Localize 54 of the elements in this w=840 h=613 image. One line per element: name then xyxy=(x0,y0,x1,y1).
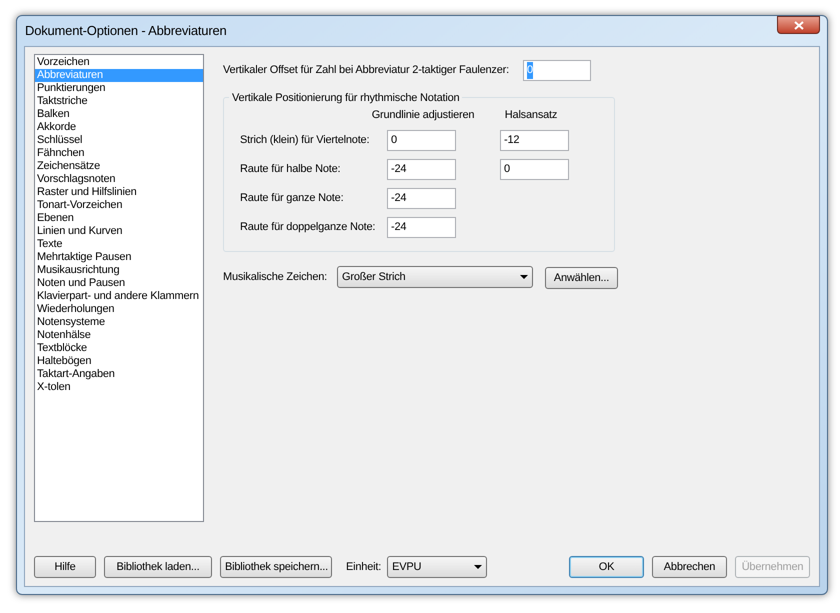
footer-button[interactable]: OK xyxy=(569,556,644,578)
dropdown-arrow-icon xyxy=(520,275,528,280)
row-label: Raute für halbe Note: xyxy=(240,162,342,177)
value-field[interactable]: -12 xyxy=(500,130,569,150)
column-header: Grundlinie adjustieren xyxy=(370,108,476,123)
list-item[interactable]: Wiederholungen xyxy=(35,303,203,316)
footer-button[interactable]: Hilfe xyxy=(34,556,96,578)
close-icon xyxy=(794,20,804,30)
row-label: Raute für doppelganze Note: xyxy=(240,220,376,235)
select-button[interactable]: Anwählen... xyxy=(545,267,618,290)
value-field[interactable]: -24 xyxy=(387,188,456,208)
value-field[interactable]: -24 xyxy=(387,158,456,180)
list-item[interactable]: Noten und Pausen xyxy=(35,277,203,290)
list-item[interactable]: Raster und Hilfslinien xyxy=(35,186,203,199)
column-header: Halsansatz xyxy=(504,108,558,123)
list-item[interactable]: X-tolen xyxy=(35,381,203,394)
row-label: Strich (klein) für Viertelnote: xyxy=(240,132,370,148)
value-field[interactable]: -24 xyxy=(387,216,456,238)
list-item[interactable]: Schlüssel xyxy=(35,134,203,147)
list-item[interactable]: Textblöcke xyxy=(35,342,203,355)
dropdown-arrow-icon xyxy=(474,565,482,569)
footer-button[interactable]: Bibliothek laden... xyxy=(104,556,212,578)
list-item[interactable]: Notenhälse xyxy=(35,329,203,342)
list-item[interactable]: Texte xyxy=(35,238,203,251)
list-item[interactable]: Taktart-Angaben xyxy=(35,368,203,381)
value-field[interactable]: 0 xyxy=(387,130,456,150)
footer-button[interactable]: Bibliothek speichern... xyxy=(220,556,332,578)
list-item[interactable]: Linien und Kurven xyxy=(35,225,203,238)
list-item[interactable]: Zeichensätze xyxy=(35,160,203,173)
list-item[interactable]: Mehrtaktige Pausen xyxy=(35,251,203,264)
unit-label: Einheit: xyxy=(346,560,382,575)
group-title: Vertikale Positionierung für rhythmische Notation xyxy=(229,90,462,106)
row-label: Raute für ganze Note: xyxy=(240,190,344,206)
list-item[interactable]: Haltebögen xyxy=(35,355,203,368)
list-item[interactable]: Musikausrichtung xyxy=(35,264,203,277)
symbol-dropdown[interactable]: Großer Strich xyxy=(337,266,533,288)
offset-label: Vertikaler Offset für Zahl bei Abbreviatur 2-taktiger Faulenzer: xyxy=(223,63,509,78)
symbol-label: Musikalische Zeichen: xyxy=(223,270,328,285)
unit-dropdown[interactable]: EVPU xyxy=(387,556,488,578)
list-item[interactable]: Balken xyxy=(35,108,203,121)
list-item[interactable]: Ebenen xyxy=(35,212,203,225)
list-item[interactable]: Akkorde xyxy=(35,121,203,134)
close-button[interactable] xyxy=(777,16,820,34)
list-item[interactable]: Fähnchen xyxy=(35,147,203,160)
window-title: Dokument-Optionen - Abbreviaturen xyxy=(24,22,227,40)
list-item[interactable]: Vorschlagsnoten xyxy=(35,173,203,186)
list-item[interactable]: Taktstriche xyxy=(35,95,203,108)
list-item[interactable]: Vorzeichen xyxy=(35,56,203,69)
list-item[interactable]: Punktierungen xyxy=(35,82,203,95)
footer-button[interactable]: Abbrechen xyxy=(652,556,727,578)
value-field[interactable]: 0 xyxy=(500,158,569,180)
list-item[interactable]: Notensysteme xyxy=(35,316,203,329)
list-item[interactable]: Klavierpart- und andere Klammern xyxy=(35,290,203,303)
list-item[interactable]: Tonart-Vorzeichen xyxy=(35,199,203,212)
